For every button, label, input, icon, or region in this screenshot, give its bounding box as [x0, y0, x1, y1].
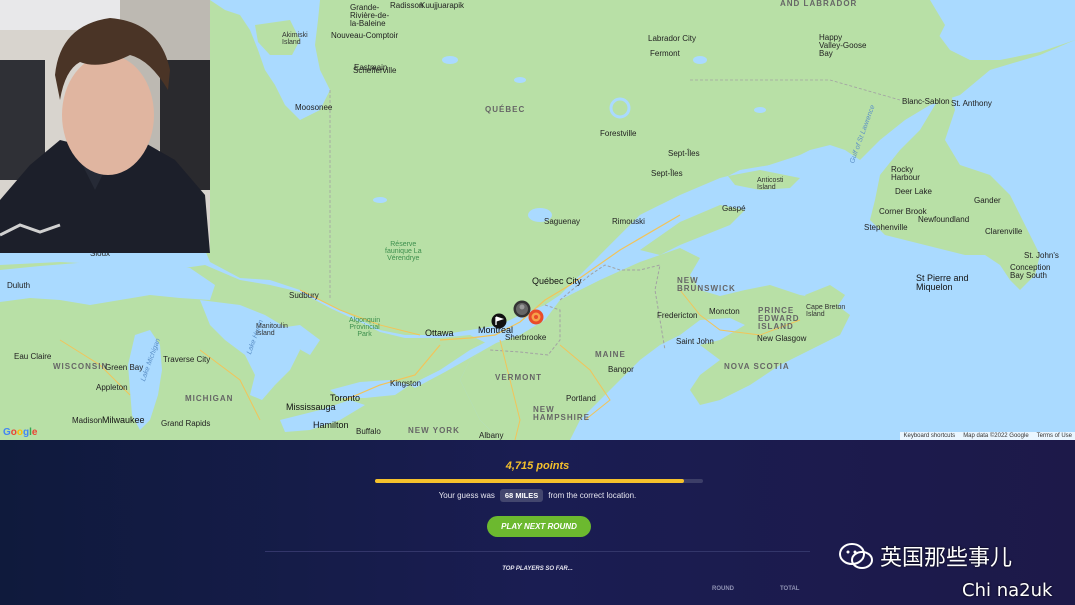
map-label-city: Buffalo [356, 427, 381, 436]
map-label-city: St. John's [1024, 251, 1059, 260]
map-label-city: Manitoulin Island [256, 323, 288, 337]
map-label-region: QUÉBEC [485, 105, 526, 114]
map-label-city: Duluth [7, 281, 31, 290]
map-label-city: Forestville [600, 129, 637, 138]
results-panel: 4,715 points Your guess was 68 MILES fro… [0, 440, 1075, 605]
map-label-city: Akimiski Island [282, 32, 308, 46]
guess-prefix: Your guess was [438, 491, 495, 500]
map-label-city: Green Bay [105, 363, 144, 372]
map-label-city: Anticosti Island [757, 177, 784, 191]
map-label-city: Stephenville [864, 223, 908, 232]
streamer-image [0, 0, 210, 253]
map-label-city: Deer Lake [895, 187, 932, 196]
map-label-city: Traverse City [163, 355, 211, 364]
map-label-city: Mississauga [286, 402, 336, 412]
map-label-city: Cape Breton Island [806, 304, 846, 318]
map-label-region: MICHIGAN [185, 394, 234, 403]
map-label-city: Portland [566, 394, 596, 403]
map-label-city: Newfoundland [918, 215, 970, 224]
map-label-city: Fredericton [657, 311, 698, 320]
map-label-city: Madison [72, 416, 103, 425]
map-label-city: Moncton [709, 307, 740, 316]
map-attribution: Keyboard shortcuts Map data ©2022 Google… [900, 432, 1075, 440]
guess-marker[interactable] [491, 313, 507, 329]
map-label-city: Rimouski [612, 217, 645, 226]
wechat-logo-icon [839, 543, 873, 569]
map-label-city: Algonquin Provincial Park [349, 317, 381, 338]
map-label-city: Ottawa [425, 328, 454, 338]
play-next-round-button[interactable]: PLAY NEXT ROUND [487, 516, 591, 537]
correct-location-marker[interactable] [528, 309, 544, 325]
map-label-city: St Pierre and Miquelon [916, 273, 969, 292]
map-label-region: NOVA SCOTIA [724, 362, 790, 371]
map-label-region: PRINCE EDWARD ISLAND [758, 306, 800, 331]
map-label-city: Kingston [390, 379, 422, 388]
terms-link[interactable]: Terms of Use [1037, 433, 1072, 439]
map-label-city: St. Anthony [951, 99, 992, 108]
map-label-city: Albany [479, 431, 504, 440]
map-label-city: Clarenville [985, 227, 1023, 236]
map-label-city: Gander [974, 196, 1001, 205]
map-label-city: Radisson [390, 1, 424, 10]
map-label-city: Sept-Îles [668, 149, 700, 158]
map-label-city: Fermont [650, 49, 680, 58]
map-label-region: AND LABRADOR [780, 0, 858, 8]
map-label-city: Hamilton [313, 420, 349, 430]
keyboard-shortcuts-link[interactable]: Keyboard shortcuts [903, 433, 955, 439]
distance-badge: 68 MILES [499, 489, 544, 502]
map-label-region: WISCONSIN [53, 362, 109, 371]
google-logo: Google [3, 427, 38, 438]
divider [265, 551, 810, 552]
map-label-city: Blanc-Sablon [902, 97, 950, 106]
map-label-region: NEW BRUNSWICK [677, 276, 736, 293]
map-data-text: Map data ©2022 Google [963, 433, 1029, 439]
wechat-account-name: 英国那些事儿 [880, 546, 1013, 571]
map-label-city: Saguenay [544, 217, 581, 226]
map-label-city: Gaspé [722, 204, 746, 213]
map-label-city: Happy Valley-Goose Bay [819, 33, 867, 58]
map-label-region: NEW YORK [408, 426, 460, 435]
map-label-city: Sherbrooke [505, 333, 547, 342]
guess-suffix: from the correct location. [548, 491, 637, 500]
map-label-city: Grand Rapids [161, 419, 211, 428]
watermark-site-text: Chi na2uk [962, 580, 1053, 601]
map-label-city: Conception Bay South [1010, 263, 1051, 280]
column-header-total: TOTAL [780, 586, 800, 592]
map-label-city: Rocky Harbour [891, 165, 920, 182]
map-label-city: Kuujjuarapik [420, 1, 465, 10]
score-progress-bar [375, 479, 703, 483]
guess-summary: Your guess was 68 MILES from the correct… [0, 489, 1075, 502]
map-label-city: Eau Claire [14, 352, 52, 361]
map-label-city: Labrador City [648, 34, 697, 43]
map-label-city: Moosonee [295, 103, 333, 112]
map-label-city: Sudbury [289, 291, 319, 300]
map-label-city: Réserve faunique La Vérendrye [385, 241, 422, 262]
wechat-watermark: 英国那些事儿 [838, 540, 1012, 572]
map-label-city: Saint John [676, 337, 714, 346]
score-progress-fill [375, 479, 685, 483]
map-label-city: Québec City [532, 276, 582, 286]
map-label-city: Grande- Rivière-de-la-Baleine [350, 3, 390, 28]
map-label-city: Appleton [96, 383, 128, 392]
map-label-region: VERMONT [495, 373, 542, 382]
column-header-round: ROUND [712, 586, 734, 592]
map-label-city: Sept-Îles [651, 169, 683, 178]
webcam-overlay [0, 0, 210, 253]
target-marker-icon [528, 309, 544, 325]
map-label-city: Nouveau-Comptoir [331, 31, 399, 40]
map-label-city: Milwaukee [102, 415, 145, 425]
map-label-city: Bangor [608, 365, 634, 374]
map-label-region: NEW HAMPSHIRE [533, 405, 591, 422]
map-label-city: New Glasgow [757, 334, 807, 343]
points-score: 4,715 points [505, 460, 570, 472]
flag-marker-icon [491, 313, 507, 329]
map-label-region: MAINE [595, 350, 626, 359]
map-label-city: Eastmain [354, 63, 388, 72]
